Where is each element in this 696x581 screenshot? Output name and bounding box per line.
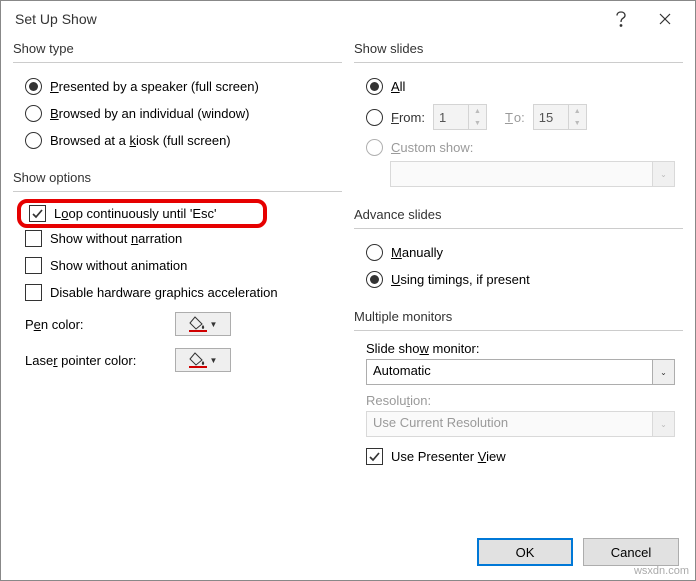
from-label: From: [391,110,425,125]
title-bar: Set Up Show [1,1,695,37]
radio-label: Presented by a speaker (full screen) [50,79,259,94]
setup-show-dialog: Set Up Show Show type Presented by a spe… [0,0,696,581]
spin-up-icon[interactable]: ▲ [469,105,486,117]
ok-button[interactable]: OK [477,538,573,566]
dropdown-value: Automatic [367,360,652,384]
checkbox-label: Show without animation [50,258,187,273]
pen-color-label: Pen color: [25,317,165,332]
monitor-dropdown[interactable]: Automatic ⌄ [366,359,675,385]
show-options-header: Show options [13,170,342,192]
to-label: T [505,110,513,125]
radio-label: Manually [391,245,443,260]
checkbox-label: Show without narration [50,231,182,246]
monitors-group: Multiple monitors Slide show monitor: Au… [354,309,683,470]
spin-down-icon[interactable]: ▼ [469,117,486,129]
radio-icon [366,271,383,288]
laser-color-label: Laser pointer color: [25,353,165,368]
show-slides-group: Show slides All From: ▲▼ To: [354,41,683,191]
fill-icon [189,352,207,368]
radio-icon [25,132,42,149]
right-column: Show slides All From: ▲▼ To: [354,41,683,480]
radio-icon [25,78,42,95]
checkbox-icon [25,257,42,274]
from-input[interactable] [434,105,468,129]
radio-label: Custom show: [391,140,473,155]
advance-header: Advance slides [354,207,683,229]
cancel-button[interactable]: Cancel [583,538,679,566]
watermark: wsxdn.com [634,565,689,577]
show-type-group: Show type Presented by a speaker (full s… [13,41,342,154]
checkbox-icon [29,205,46,222]
radio-browsed-individual[interactable]: Browsed by an individual (window) [13,100,342,127]
radio-slides-from[interactable]: From: [366,109,425,126]
radio-icon [25,105,42,122]
checkbox-disable-gpu[interactable]: Disable hardware graphics acceleration [13,279,342,306]
laser-color-button[interactable]: ▼ [175,348,231,372]
to-input[interactable] [534,105,568,129]
checkbox-label: Disable hardware graphics acceleration [50,285,278,300]
monitor-label: Slide show monitor: [354,341,683,359]
show-options-group: Show options Loop continuously until 'Es… [13,170,342,378]
monitors-header: Multiple monitors [354,309,683,331]
advance-slides-group: Advance slides Manually Using timings, i… [354,207,683,293]
chevron-down-icon: ▼ [210,356,218,365]
spin-up-icon[interactable]: ▲ [569,105,586,117]
to-spinner[interactable]: ▲▼ [533,104,587,130]
custom-show-dropdown: ⌄ [390,161,675,187]
chevron-down-icon: ▼ [210,320,218,329]
radio-label: All [391,79,405,94]
chevron-down-icon: ⌄ [652,162,674,186]
from-spinner[interactable]: ▲▼ [433,104,487,130]
radio-custom-show: Custom show: [354,134,683,161]
dialog-title: Set Up Show [15,11,599,27]
radio-icon [366,139,383,156]
checkbox-label: Loop continuously until 'Esc' [54,206,217,221]
radio-label: Browsed at a kiosk (full screen) [50,133,231,148]
radio-label: Using timings, if present [391,272,530,287]
chevron-down-icon: ⌄ [652,360,674,384]
checkbox-icon [366,448,383,465]
dropdown-value: Use Current Resolution [367,412,652,436]
chevron-down-icon: ⌄ [652,412,674,436]
pen-color-button[interactable]: ▼ [175,312,231,336]
resolution-dropdown: Use Current Resolution ⌄ [366,411,675,437]
checkbox-loop-continuously[interactable]: Loop continuously until 'Esc' [17,199,267,228]
left-column: Show type Presented by a speaker (full s… [13,41,342,480]
radio-icon [366,109,383,126]
radio-advance-timings[interactable]: Using timings, if present [354,266,683,293]
checkbox-presenter-view[interactable]: Use Presenter View [354,443,683,470]
help-button[interactable] [599,4,643,34]
radio-browsed-kiosk[interactable]: Browsed at a kiosk (full screen) [13,127,342,154]
radio-label: Browsed by an individual (window) [50,106,249,121]
checkbox-no-animation[interactable]: Show without animation [13,252,342,279]
resolution-label: Resolution: [354,393,683,411]
close-button[interactable] [643,4,687,34]
radio-slides-all[interactable]: All [354,73,683,100]
spin-down-icon[interactable]: ▼ [569,117,586,129]
show-slides-header: Show slides [354,41,683,63]
radio-icon [366,78,383,95]
show-type-header: Show type [13,41,342,63]
checkbox-label: Use Presenter View [391,449,506,464]
radio-icon [366,244,383,261]
dropdown-value [391,162,652,186]
dialog-footer: OK Cancel [1,524,695,580]
checkbox-icon [25,230,42,247]
checkbox-no-narration[interactable]: Show without narration [13,225,342,252]
radio-advance-manually[interactable]: Manually [354,239,683,266]
fill-icon [189,316,207,332]
checkbox-icon [25,284,42,301]
radio-presenter-speaker[interactable]: Presented by a speaker (full screen) [13,73,342,100]
